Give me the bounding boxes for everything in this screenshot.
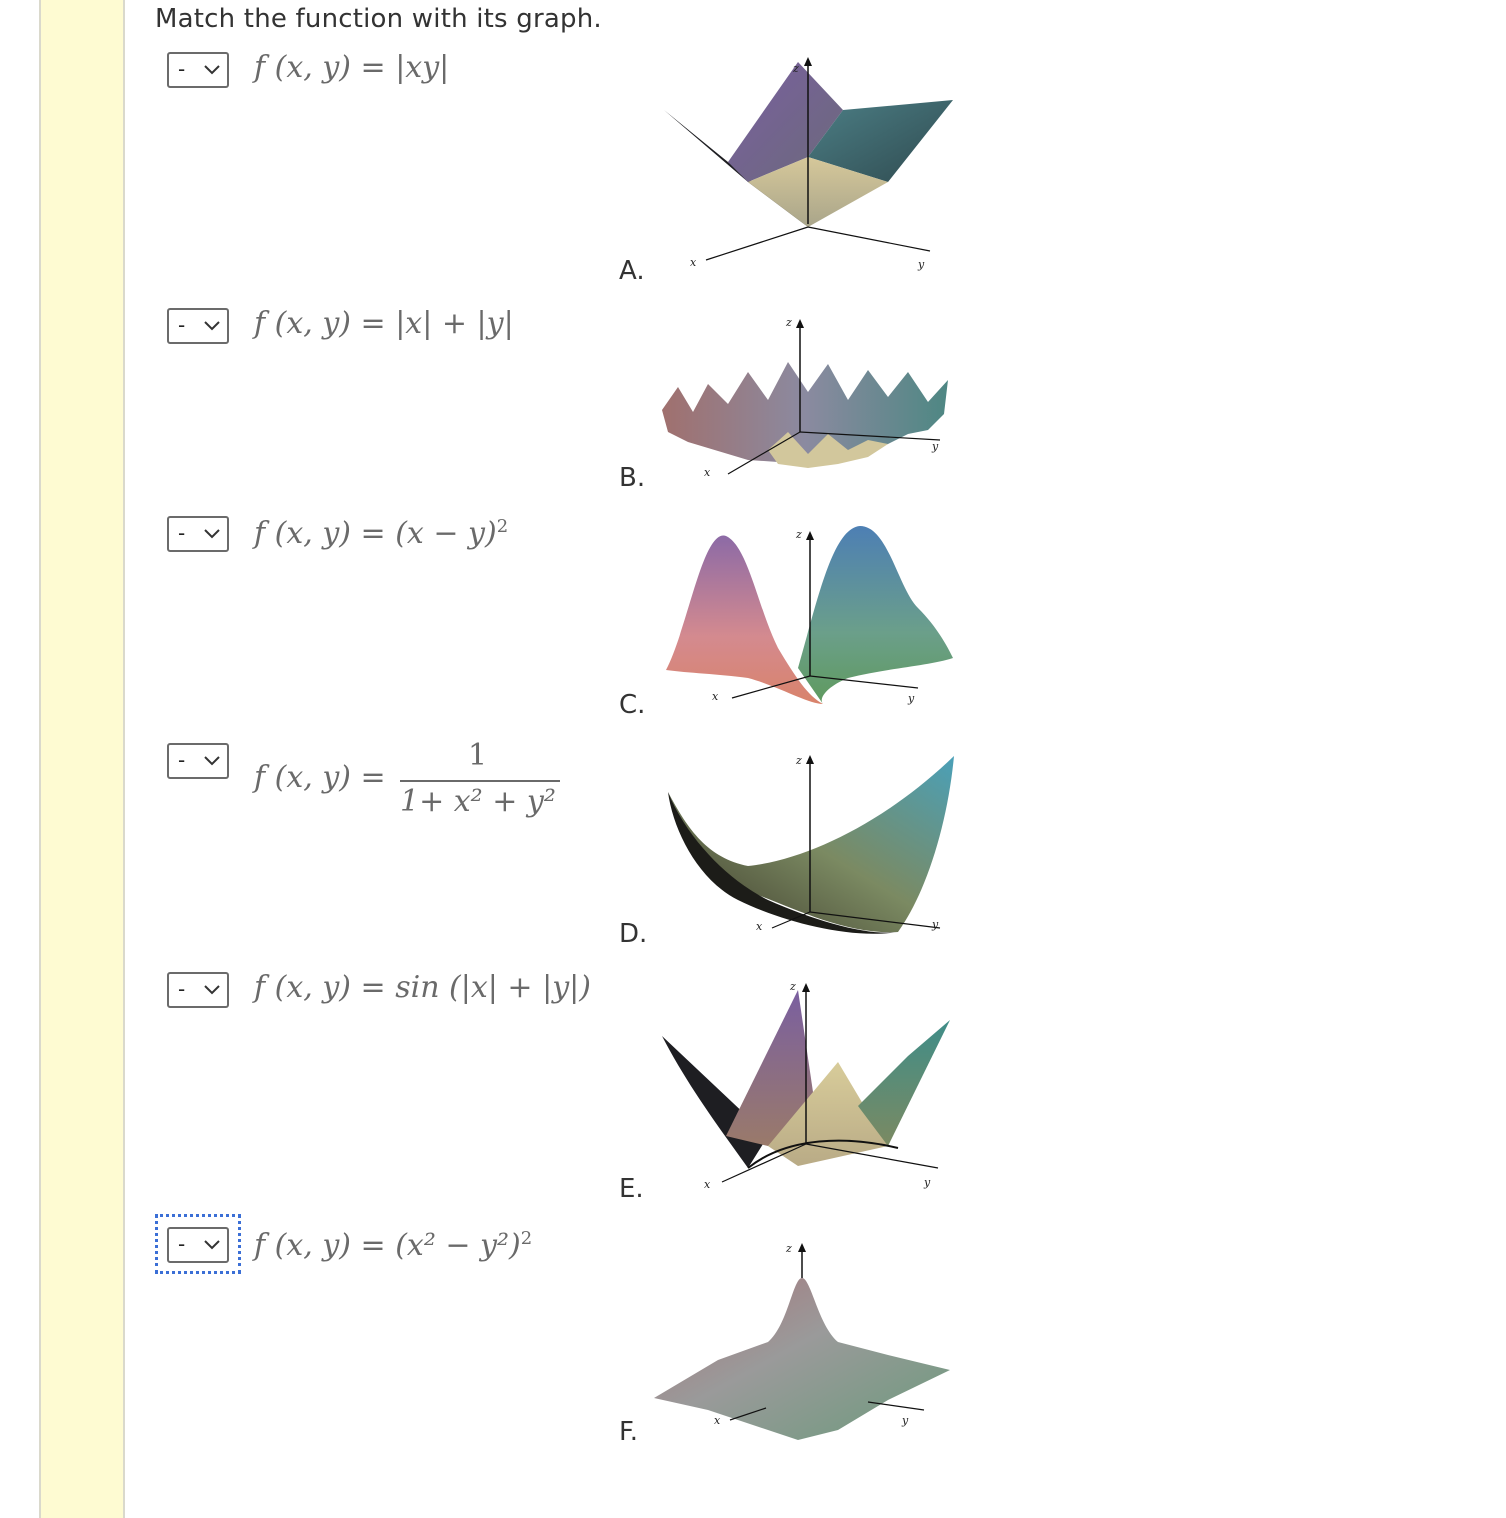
axis-label-x: x [690,256,697,269]
graph-label-e: E. [619,1174,644,1204]
select-value: - [178,313,186,337]
function-lhs: f (x, y) = [254,970,396,1005]
function-rhs: (x − y) [395,516,497,551]
chevron-down-icon [204,1240,220,1250]
question-prompt: Match the function with its graph. [155,4,602,34]
function-5: f (x, y) = sin (|x| + |y|) [254,970,591,1005]
function-3: f (x, y) = (x − y)2 [254,516,508,551]
surface-graph-d: z x y [668,754,954,934]
axis-label-z: z [795,528,802,541]
surface-graph-f: z x y [654,1242,950,1440]
chevron-down-icon [204,985,220,995]
function-1: f (x, y) = |xy| [254,50,449,85]
axis-label-z: z [785,316,792,329]
function-exponent: 2 [520,1228,533,1249]
graph-label-d: D. [619,919,648,949]
select-value: - [178,521,186,545]
function-exponent: 2 [496,516,509,537]
fraction-numerator: 1 [468,738,488,773]
graph-label-c: C. [619,690,646,720]
chevron-down-icon [204,529,220,539]
function-2: f (x, y) = |x| + |y| [254,306,514,341]
graph-label-f: F. [619,1417,639,1447]
axis-label-x: x [714,1414,721,1427]
axis-label-y: y [907,692,915,705]
graph-label-a: A. [619,256,645,286]
chevron-down-icon [204,756,220,766]
function-rhs: |xy| [395,50,450,85]
function-6: f (x, y) = (x² − y²)2 [254,1228,532,1263]
answer-select-2[interactable]: - [167,308,229,344]
function-lhs: f (x, y) = [254,50,396,85]
function-lhs: f (x, y) = [254,760,386,795]
fraction-bar [400,780,560,782]
function-lhs: f (x, y) = [254,516,396,551]
surface-graph-a: z x y [664,57,953,271]
graph-label-b: B. [619,463,646,493]
surface-graph-e: z x y [662,980,950,1191]
chevron-down-icon [204,321,220,331]
axis-label-x: x [756,920,763,933]
axis-label-y: y [917,258,925,271]
function-rhs: |x| + |y| [395,306,514,341]
answer-select-3[interactable]: - [167,516,229,552]
select-value: - [178,1232,186,1256]
function-lhs: f (x, y) = [254,1228,396,1263]
answer-select-1[interactable]: - [167,52,229,88]
axis-label-z: z [789,980,796,993]
function-lhs: f (x, y) = [254,306,396,341]
select-value: - [178,977,186,1001]
axis-label-z: z [795,754,802,767]
left-rail [39,0,125,1518]
axis-label-y: y [931,440,939,453]
answer-select-6[interactable]: - [167,1227,229,1263]
answer-select-4[interactable]: - [167,743,229,779]
function-rhs: sin (|x| + |y|) [395,970,591,1005]
answer-select-5[interactable]: - [167,972,229,1008]
axis-label-y: y [931,918,939,931]
axis-label-x: x [704,466,711,479]
function-rhs: (x² − y²) [395,1228,521,1263]
select-value: - [178,748,186,772]
axis-label-z: z [785,1242,792,1255]
axis-label-x: x [704,1178,711,1191]
axis-label-x: x [712,690,719,703]
chevron-down-icon [204,65,220,75]
axis-label-y: y [901,1414,909,1427]
surface-graph-c: z x y [666,526,953,705]
axis-label-z: z [792,62,799,75]
surface-graph-b: z x y [662,316,948,479]
select-value: - [178,57,186,81]
axis-label-y: y [923,1176,931,1189]
fraction-denominator: 1+ x² + y² [400,784,556,819]
